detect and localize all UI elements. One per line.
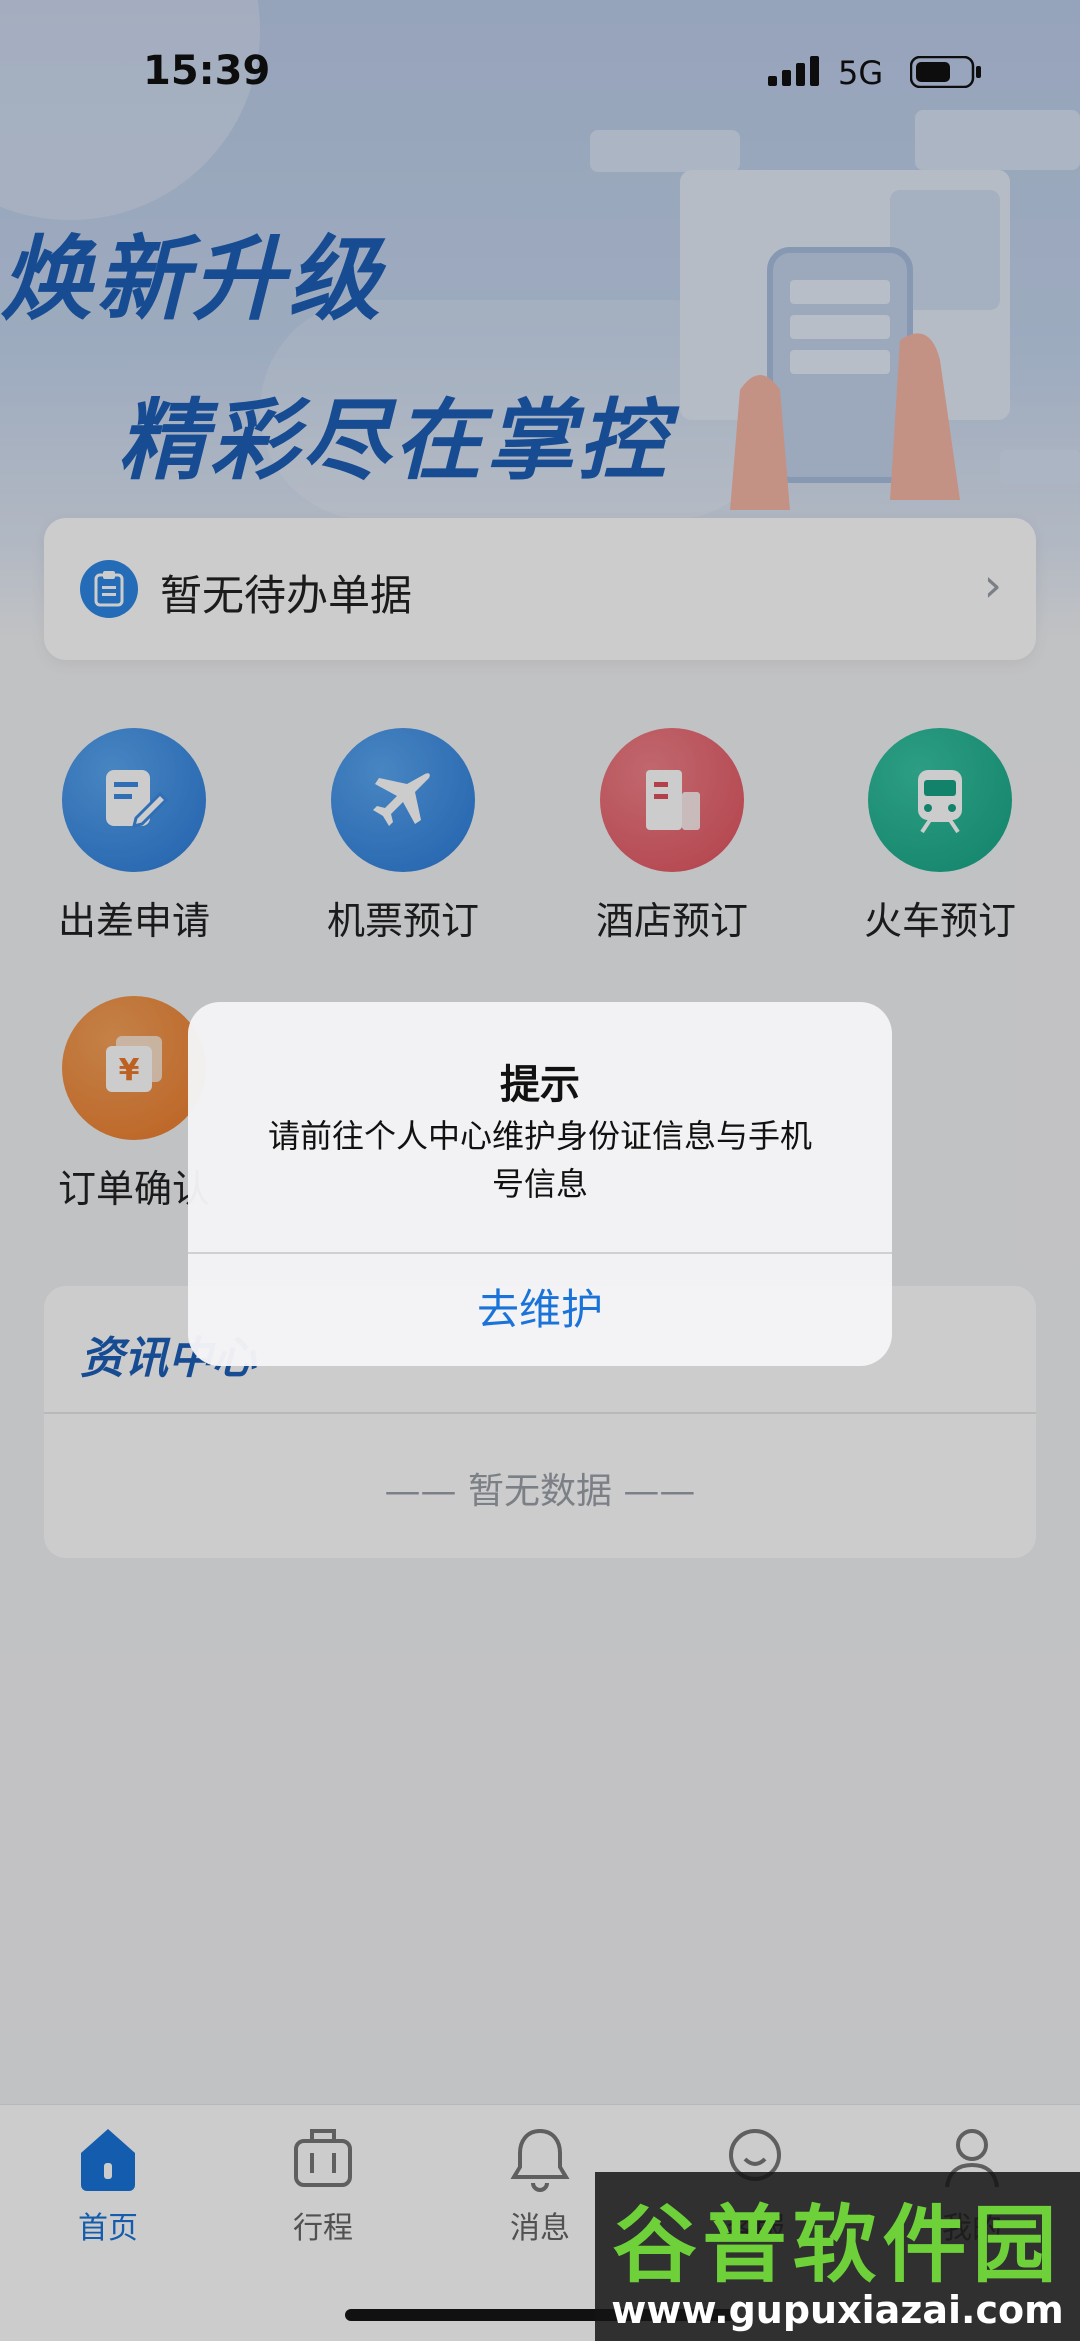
dialog-title: 提示 (500, 1062, 580, 1108)
watermark-logo: 谷普软件园 www.gupuxiazai.com (595, 2172, 1080, 2341)
watermark-title: 谷普软件园 (612, 2196, 1063, 2294)
watermark-url: www.gupuxiazai.com (611, 2288, 1064, 2332)
alert-dialog: 提示 请前往个人中心维护身份证信息与手机号信息 去维护 (188, 1002, 892, 1366)
go-maintain-button[interactable]: 去维护 (188, 1254, 892, 1366)
dialog-message: 请前往个人中心维护身份证信息与手机号信息 (267, 1117, 812, 1203)
